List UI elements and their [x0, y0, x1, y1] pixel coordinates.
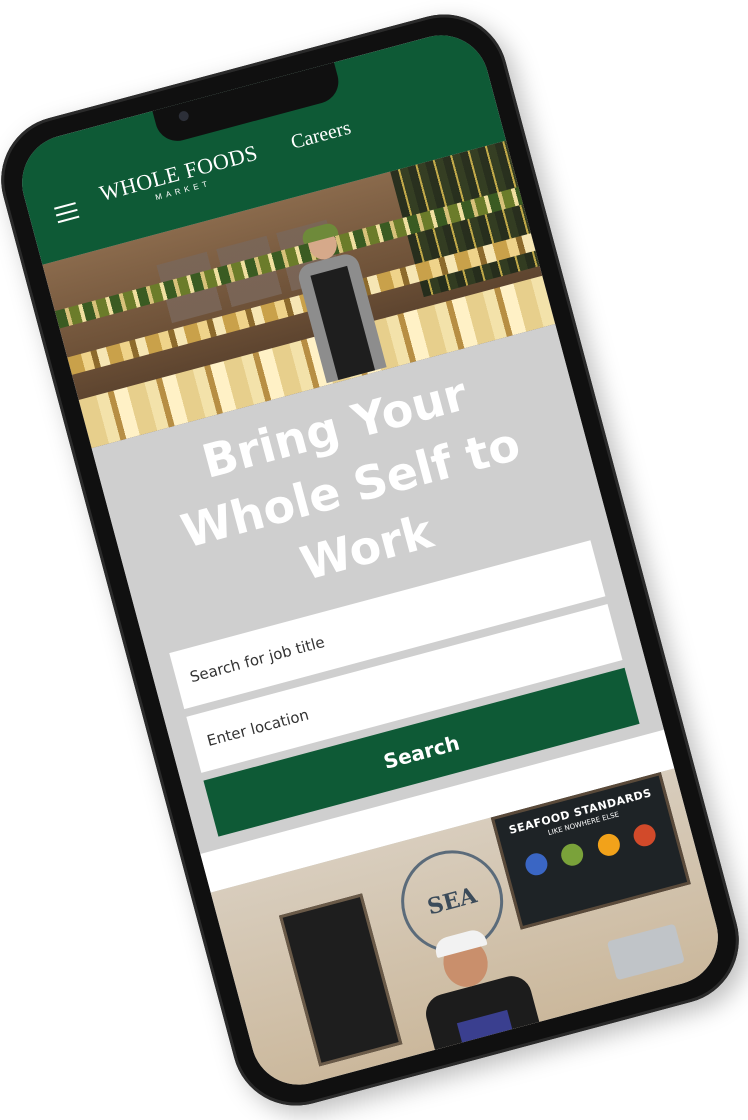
scale-icon — [606, 923, 685, 981]
careers-label: Careers — [288, 116, 354, 154]
rating-dot — [631, 821, 659, 849]
chalkboard-sign — [278, 893, 403, 1067]
phone-mockup: WHOLE FOODS MARKET Careers Bring Your Wh… — [0, 0, 748, 1120]
camera-icon — [177, 109, 190, 123]
phone-screen: WHOLE FOODS MARKET Careers Bring Your Wh… — [11, 24, 729, 1096]
menu-line — [55, 208, 78, 217]
rating-dot — [558, 841, 586, 869]
rating-dot — [522, 850, 550, 878]
hamburger-menu-icon[interactable] — [54, 202, 80, 224]
fishmonger-figure — [403, 924, 565, 1096]
rating-dot — [595, 831, 623, 859]
menu-line — [54, 202, 76, 210]
whole-foods-logo[interactable]: WHOLE FOODS MARKET — [97, 140, 263, 216]
sea-emblem-text: SEA — [424, 882, 480, 921]
phone-frame: WHOLE FOODS MARKET Careers Bring Your Wh… — [0, 0, 748, 1120]
menu-line — [57, 215, 80, 224]
